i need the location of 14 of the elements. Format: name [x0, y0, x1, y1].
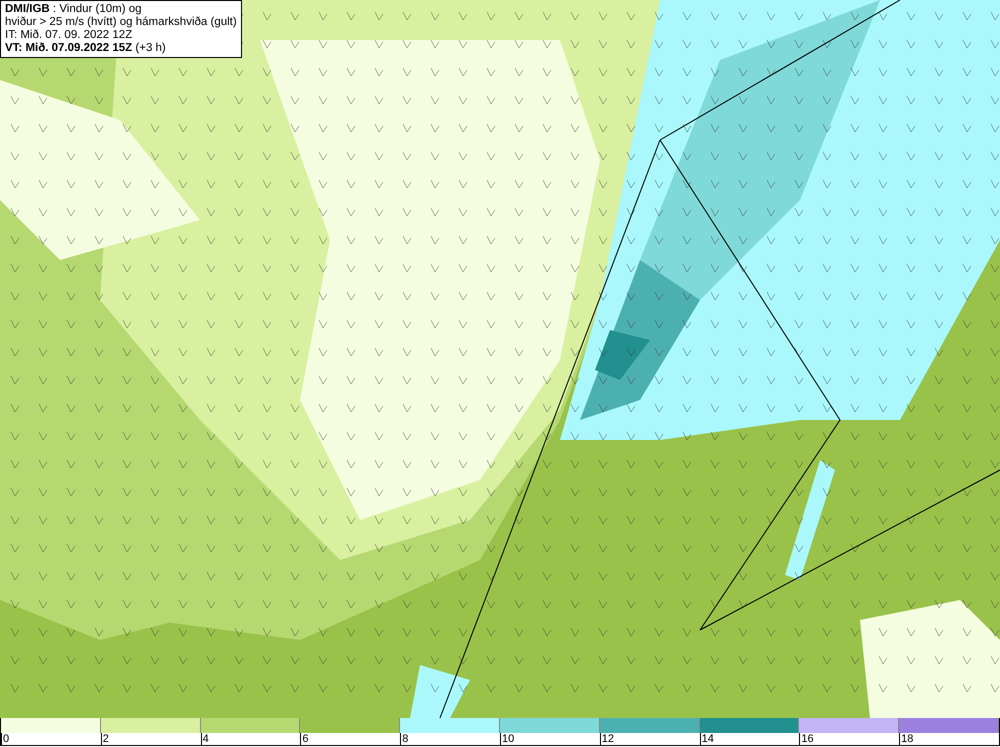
title-line: VT: Mið. 07.09.2022 15Z (+3 h) — [5, 42, 167, 55]
legend-tick-label: 12 — [600, 733, 614, 745]
legend-tick-label: 6 — [300, 733, 309, 745]
legend-tick-label: 14 — [700, 733, 714, 745]
legend-tick-label: 10 — [500, 733, 514, 745]
legend-tick-label: 4 — [200, 733, 209, 745]
legend-tick-label: 0 — [1, 733, 10, 745]
title-line: DMI/IGB : Vindur (10m) og — [5, 3, 143, 16]
legend-tick-label: 2 — [100, 733, 109, 745]
title-line: IT: Mið. 07. 09. 2022 12Z — [5, 29, 134, 42]
legend-tick-label: 16 — [799, 733, 814, 745]
legend-tick-label: 8 — [400, 733, 408, 745]
title-line: hviður > 25 m/s (hvítt) og hámarkshviða (gult) — [5, 16, 237, 29]
legend-tick-label: 18 — [899, 733, 914, 745]
